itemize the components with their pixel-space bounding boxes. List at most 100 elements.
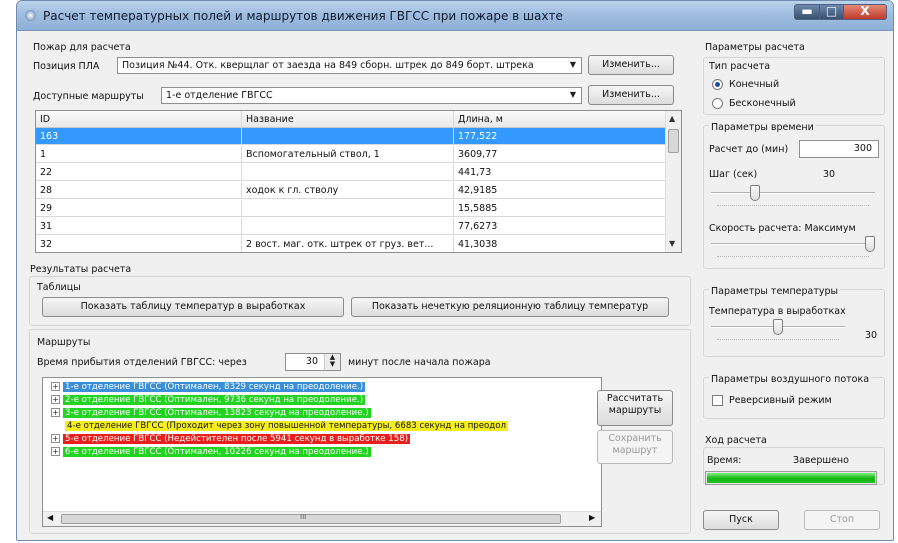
- progress-time-label: Время:: [707, 455, 742, 466]
- routes-combo[interactable]: 1-е отделение ГВГСС ▼: [161, 87, 582, 104]
- table-row[interactable]: 163 177,522: [36, 128, 666, 145]
- cell-id: 22: [36, 164, 242, 181]
- cell-length: 3609,77: [458, 149, 498, 160]
- column-header-length[interactable]: Длина, м: [454, 111, 666, 128]
- arrival-time-value: 30: [305, 356, 318, 367]
- route-label: 4-е отделение ГВГСС (Проходит через зону…: [65, 421, 508, 431]
- cell-id: 29: [36, 200, 242, 217]
- maximize-button[interactable]: □: [819, 4, 844, 20]
- scroll-up-icon[interactable]: ▲: [669, 114, 675, 123]
- table-row[interactable]: 29 15,5885: [36, 200, 666, 217]
- position-combo[interactable]: Позиция №44. Отк. кверщлаг от заезда на …: [117, 57, 582, 74]
- scroll-left-icon[interactable]: ◀: [47, 513, 53, 522]
- position-value: Позиция №44. Отк. кверщлаг от заезда на …: [122, 60, 534, 71]
- radio-infinite-label[interactable]: Бесконечный: [729, 98, 796, 109]
- reverse-mode-label[interactable]: Реверсивный режим: [729, 395, 832, 406]
- routes-section-label: Маршруты: [37, 337, 91, 348]
- position-change-button[interactable]: Изменить...: [588, 55, 674, 75]
- temp-slider-thumb[interactable]: [773, 319, 783, 335]
- route-item[interactable]: +6-е отделение ГВГСС (Оптимален, 10226 с…: [51, 447, 371, 459]
- routes-label: Доступные маршруты: [33, 91, 144, 102]
- radio-infinite[interactable]: [712, 98, 723, 109]
- speed-label: Скорость расчета: Максимум: [709, 223, 856, 234]
- temp-params-label: Параметры температуры: [709, 286, 841, 297]
- stepper-arrows-icon[interactable]: ▲ ▼: [324, 354, 340, 370]
- temp-params-frame: [703, 289, 885, 357]
- expand-icon[interactable]: +: [51, 408, 60, 417]
- reverse-mode-checkbox[interactable]: [712, 395, 723, 406]
- cell-name: ходок к гл. стволу: [242, 182, 454, 199]
- cell-length: 15,5885: [458, 203, 498, 214]
- route-item[interactable]: +1-е отделение ГВГСС (Оптимален, 8329 се…: [51, 382, 366, 394]
- cell-name: 2 вост. маг. отк. штрек от груз. вет...: [242, 236, 454, 252]
- cell-length: 42,9185: [458, 185, 498, 196]
- table-row[interactable]: 32 2 вост. маг. отк. штрек от груз. вет..…: [36, 236, 666, 252]
- step-value: 30: [823, 169, 836, 180]
- table-header: ID Название Длина, м: [36, 111, 666, 128]
- calc-type-label: Тип расчета: [709, 61, 771, 72]
- cell-length: 41,3038: [458, 239, 498, 250]
- close-button[interactable]: X: [843, 4, 887, 20]
- column-header-name[interactable]: Название: [242, 111, 454, 128]
- temp-label: Температура в выработках: [709, 306, 846, 317]
- show-temperature-table-button[interactable]: Показать таблицу температур в выработках: [42, 297, 344, 317]
- cell-name: Вспомогательный ствол, 1: [242, 146, 454, 163]
- route-item[interactable]: +3-е отделение ГВГСС (Оптимален, 13823 с…: [51, 408, 371, 420]
- progress-bar: [705, 471, 877, 485]
- route-label: 3-е отделение ГВГСС (Оптимален, 13823 се…: [63, 408, 371, 418]
- workings-table[interactable]: ID Название Длина, м 163 177,522 1 Вспомога…: [35, 110, 682, 253]
- scroll-thumb[interactable]: [668, 129, 679, 153]
- title-bar[interactable]: Расчет температурных полей и маршрутов д…: [17, 1, 893, 31]
- radio-finite-label[interactable]: Конечный: [729, 79, 779, 90]
- expand-icon[interactable]: +: [51, 382, 60, 391]
- step-label: Шаг (сек): [709, 169, 758, 180]
- cell-id: 31: [36, 218, 242, 235]
- route-label: 2-е отделение ГВГСС (Оптимален, 9736 сек…: [63, 395, 366, 405]
- step-slider-track[interactable]: [711, 192, 875, 194]
- temp-slider-ticks: [717, 339, 839, 342]
- save-route-button[interactable]: Сохранить маршрут: [597, 430, 673, 464]
- start-button[interactable]: Пуск: [703, 510, 779, 530]
- routes-scroll-thumb[interactable]: III: [61, 513, 561, 524]
- expand-icon[interactable]: +: [51, 447, 60, 456]
- time-params-label: Параметры времени: [709, 122, 816, 133]
- table-scrollbar[interactable]: ▲ ▼: [665, 111, 681, 252]
- stop-button[interactable]: Стоп: [804, 510, 880, 530]
- table-row[interactable]: 28 ходок к гл. стволу 42,9185: [36, 182, 666, 199]
- cell-name: [242, 128, 454, 145]
- table-row[interactable]: 22 441,73: [36, 164, 666, 181]
- route-item[interactable]: +5-е отделение ГВГСС (Недейстителен посл…: [51, 434, 411, 446]
- scroll-down-icon[interactable]: ▼: [669, 239, 675, 248]
- arrival-prefix: Время прибытия отделений ГВГСС: через: [37, 357, 247, 368]
- calculate-routes-button[interactable]: Рассчитать маршруты: [597, 390, 673, 426]
- expand-icon[interactable]: +: [51, 395, 60, 404]
- route-item[interactable]: 4-е отделение ГВГСС (Проходит через зону…: [65, 421, 508, 433]
- table-row[interactable]: 1 Вспомогательный ствол, 1 3609,77: [36, 146, 666, 163]
- save-route-line2: маршрут: [612, 445, 658, 456]
- calc-until-label: Расчет до (мин): [709, 144, 789, 155]
- radio-finite[interactable]: [712, 79, 723, 90]
- speed-slider-track[interactable]: [711, 243, 875, 245]
- expand-icon[interactable]: +: [51, 434, 60, 443]
- calc-until-input[interactable]: 300: [799, 140, 879, 158]
- cell-length: 77,6273: [458, 221, 498, 232]
- minimize-button[interactable]: ▬: [794, 4, 820, 20]
- routes-tree[interactable]: +1-е отделение ГВГСС (Оптимален, 8329 се…: [42, 377, 602, 527]
- speed-slider-ticks: [717, 256, 869, 259]
- speed-slider-thumb[interactable]: [865, 236, 875, 252]
- main-window: Расчет температурных полей и маршрутов д…: [16, 0, 894, 541]
- routes-horizontal-scrollbar[interactable]: ◀ III ▶: [43, 511, 601, 526]
- scroll-right-icon[interactable]: ▶: [589, 513, 595, 522]
- column-header-id[interactable]: ID: [36, 111, 242, 128]
- window-title: Расчет температурных полей и маршрутов д…: [43, 9, 563, 23]
- arrival-time-stepper[interactable]: 30 ▲ ▼: [285, 353, 341, 371]
- cell-id: 163: [36, 128, 242, 145]
- step-slider-thumb[interactable]: [749, 185, 760, 201]
- show-fuzzy-table-button[interactable]: Показать нечеткую реляционную таблицу те…: [351, 297, 669, 317]
- calculate-routes-line1: Рассчитать: [606, 393, 664, 404]
- cell-id: 1: [36, 146, 242, 163]
- route-item[interactable]: +2-е отделение ГВГСС (Оптимален, 9736 се…: [51, 395, 366, 407]
- table-row[interactable]: 31 77,6273: [36, 218, 666, 235]
- routes-change-button[interactable]: Изменить...: [588, 85, 674, 105]
- air-params-label: Параметры воздушного потока: [709, 374, 872, 385]
